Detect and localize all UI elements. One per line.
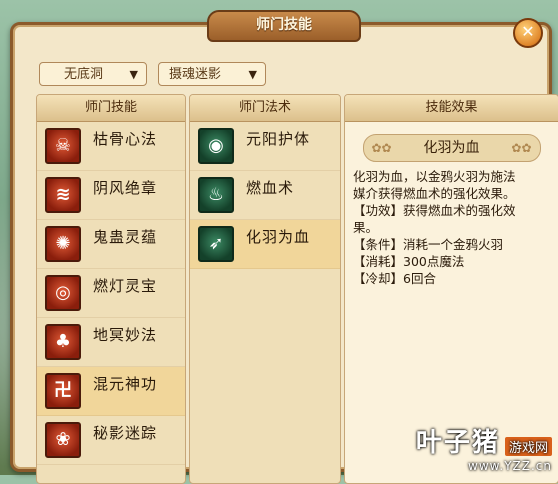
skills-list: ☠ 枯骨心法 ≋ 阴风绝章 ✺ 鬼蛊灵蕴 ◎ 燃灯灵宝 ♣ 地冥妙法卍混元神功 ❀ 秘影迷踪	[37, 122, 185, 465]
effect-line: 【条件】消耗一个金鸦火羽	[353, 237, 504, 252]
skill-item[interactable]: ◎ 燃灯灵宝	[37, 269, 185, 318]
effect-name: 化羽为血	[423, 140, 480, 156]
skill-item[interactable]: ☠ 枯骨心法	[37, 122, 185, 171]
skill-item[interactable]: ♣ 地冥妙法	[37, 318, 185, 367]
skills-window: 无底洞 ▼ 摄魂迷影 ▼ 师门技能 ☠ 枯骨心法 ≋ 阴风绝章 ✺ 鬼蛊灵蕴 ◎ 燃灯灵宝 ♣ 地…	[10, 22, 558, 484]
skill-item[interactable]: ✺ 鬼蛊灵蕴	[37, 220, 185, 269]
effect-line: 媒介获得燃血术的强化效果。	[353, 186, 516, 201]
school-dropdown-value: 无底洞	[64, 67, 104, 82]
spell-item[interactable]: ◉ 元阳护体	[190, 122, 340, 171]
close-icon: ✕	[521, 22, 535, 41]
lantern-icon: ◎	[45, 275, 81, 311]
window-title: 师门技能	[207, 10, 361, 42]
scorpion-icon: ✺	[45, 226, 81, 262]
category-dropdown-value: 摄魂迷影	[169, 67, 222, 82]
spells-panel: 师门法术 ◉ 元阳护体 ♨ 燃血术 ➶ 化羽为血	[189, 94, 341, 484]
effect-column-header: 技能效果	[345, 95, 558, 122]
watermark-badge: 游戏网	[504, 437, 552, 456]
ornament-left-icon: ✿✿	[371, 141, 392, 155]
effect-line: 化羽为血，以金鸦火羽为施法	[353, 169, 516, 184]
skill-item-label: 枯骨心法	[93, 130, 158, 148]
swirl-icon: 卍	[45, 373, 81, 409]
skills-panel: 师门技能 ☠ 枯骨心法 ≋ 阴风绝章 ✺ 鬼蛊灵蕴 ◎ 燃灯灵宝 ♣ 地冥妙法卍混元神功 ❀ 秘影迷踪	[36, 94, 186, 484]
skill-item-label: 秘影迷踪	[93, 424, 158, 442]
skill-item[interactable]: ❀ 秘影迷踪	[37, 416, 185, 465]
spell-item[interactable]: ➶ 化羽为血	[190, 220, 340, 269]
effect-line: 【消耗】300点魔法	[353, 254, 465, 269]
spiral-icon: ◉	[198, 128, 234, 164]
watermark-logo: 叶子猪	[415, 428, 500, 458]
skill-item[interactable]: 卍混元神功	[37, 367, 185, 416]
skills-column-header: 师门技能	[37, 95, 185, 122]
site-watermark: 叶子猪 游戏网 www.YZZ.cn	[416, 422, 552, 473]
category-dropdown[interactable]: 摄魂迷影 ▼	[158, 62, 266, 86]
effect-name-banner: ✿✿ 化羽为血 ✿✿	[362, 134, 541, 162]
spell-item-label: 燃血术	[246, 179, 295, 197]
skill-item-label: 燃灯灵宝	[93, 277, 158, 295]
chevron-down-icon: ▼	[129, 68, 138, 81]
bones-icon: ☠	[45, 128, 81, 164]
skill-item-label: 鬼蛊灵蕴	[93, 228, 158, 246]
effect-line: 【功效】获得燃血术的强化效	[353, 203, 516, 218]
spell-item[interactable]: ♨ 燃血术	[190, 171, 340, 220]
feather-icon: ➶	[198, 226, 234, 262]
spell-item-label: 元阳护体	[246, 130, 311, 148]
effect-description: 化羽为血，以金鸦火羽为施法 媒介获得燃血术的强化效果。 【功效】获得燃血术的强化效果…	[345, 168, 558, 287]
skill-item-label: 地冥妙法	[93, 326, 158, 344]
close-button[interactable]: ✕	[513, 18, 543, 48]
effect-line: 果。	[353, 220, 379, 235]
pattern-icon: ❀	[45, 422, 81, 458]
skill-item[interactable]: ≋ 阴风绝章	[37, 171, 185, 220]
spell-item-label: 化羽为血	[246, 228, 311, 246]
watermark-url: www.YZZ.cn	[468, 459, 552, 473]
tree-icon: ♣	[45, 324, 81, 360]
flame-icon: ♨	[198, 177, 234, 213]
effect-line: 【冷却】6回合	[353, 271, 436, 286]
ornament-right-icon: ✿✿	[511, 141, 532, 155]
skill-item-label: 混元神功	[93, 375, 158, 393]
wind-icon: ≋	[45, 177, 81, 213]
school-dropdown[interactable]: 无底洞 ▼	[39, 62, 147, 86]
spells-column-header: 师门法术	[190, 95, 340, 122]
spells-list: ◉ 元阳护体 ♨ 燃血术 ➶ 化羽为血	[190, 122, 340, 269]
chevron-down-icon: ▼	[248, 68, 257, 81]
skill-item-label: 阴风绝章	[93, 179, 158, 197]
